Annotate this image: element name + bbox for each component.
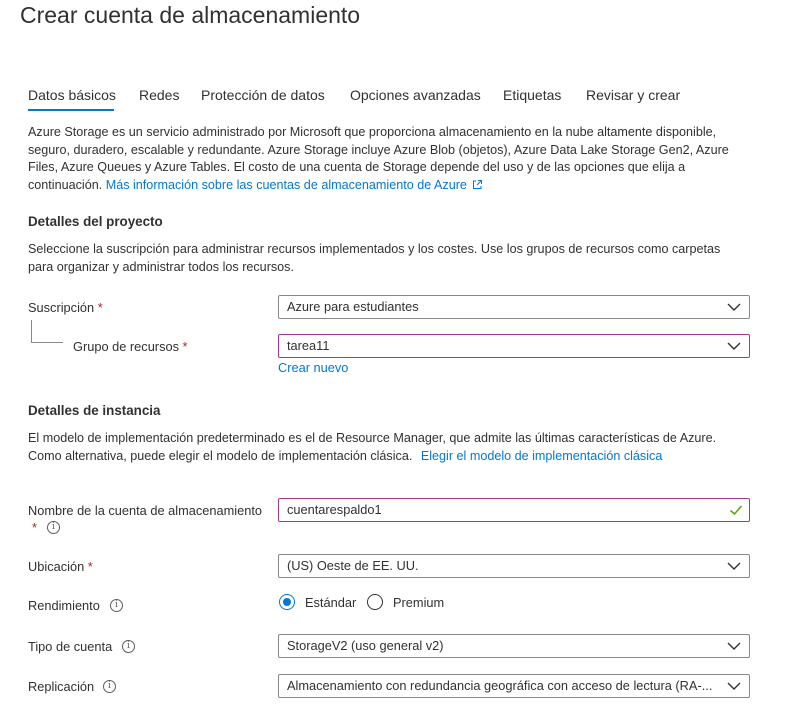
info-icon[interactable]: i (122, 640, 135, 653)
performance-premium-radio[interactable] (367, 594, 383, 610)
create-new-link[interactable]: Crear nuevo (278, 360, 348, 375)
project-details-heading: Detalles del proyecto (28, 214, 163, 229)
chevron-down-icon (727, 342, 741, 350)
performance-standard-radio[interactable] (279, 594, 295, 610)
tab-opciones-avanzadas[interactable]: Opciones avanzadas (350, 87, 481, 103)
active-tab-indicator (28, 109, 114, 111)
subscription-dropdown[interactable]: Azure para estudiantes (278, 295, 750, 319)
chevron-down-icon (727, 303, 741, 311)
account-name-label: Nombre de la cuenta de almacenamiento (28, 503, 263, 518)
tab-etiquetas[interactable]: Etiquetas (503, 87, 561, 103)
resource-group-label: Grupo de recursos * (73, 339, 188, 354)
classic-model-link[interactable]: Elegir el modelo de implementación clási… (421, 449, 663, 463)
tree-connector-vertical (31, 320, 32, 342)
tab-proteccion-datos[interactable]: Protección de datos (201, 87, 325, 103)
tab-datos-basicos[interactable]: Datos básicos (28, 87, 116, 103)
checkmark-icon (730, 505, 743, 516)
chevron-down-icon (727, 682, 741, 690)
tree-connector-horizontal (31, 342, 63, 343)
tab-revisar-crear[interactable]: Revisar y crear (586, 87, 680, 103)
required-indicator: * (182, 339, 188, 354)
project-description: Seleccione la suscripción para administr… (28, 242, 721, 274)
info-icon[interactable]: i (47, 521, 60, 534)
subscription-label: Suscripción * (28, 300, 103, 315)
resource-group-dropdown[interactable]: tarea11 (278, 334, 750, 358)
intro-description: Azure Storage es un servicio administrad… (28, 125, 729, 192)
chevron-down-icon (727, 642, 741, 650)
chevron-down-icon (727, 562, 741, 570)
required-indicator: * (97, 300, 103, 315)
location-dropdown[interactable]: (US) Oeste de EE. UU. (278, 554, 750, 578)
tab-redes[interactable]: Redes (139, 87, 179, 103)
account-type-dropdown[interactable]: StorageV2 (uso general v2) (278, 634, 750, 658)
account-name-input[interactable]: cuentarespaldo1 (278, 498, 750, 522)
info-icon[interactable]: i (103, 680, 116, 693)
account-type-label: Tipo de cuenta (28, 639, 113, 654)
performance-standard-label[interactable]: Estándar (305, 595, 356, 610)
info-icon[interactable]: i (110, 599, 123, 612)
required-indicator: * (87, 559, 93, 574)
learn-more-link[interactable]: Más información sobre las cuentas de alm… (106, 178, 467, 192)
instance-description: El modelo de implementación predetermina… (28, 431, 717, 463)
account-name-label-extra: * (32, 520, 37, 535)
external-link-icon (473, 179, 483, 189)
performance-premium-label[interactable]: Premium (393, 595, 444, 610)
page-title: Crear cuenta de almacenamiento (20, 2, 361, 28)
replication-dropdown[interactable]: Almacenamiento con redundancia geográfic… (278, 674, 750, 698)
replication-label: Replicación (28, 679, 95, 694)
performance-label: Rendimiento (28, 598, 100, 613)
required-indicator: * (32, 520, 37, 535)
location-label: Ubicación * (28, 559, 93, 574)
instance-details-heading: Detalles de instancia (28, 403, 161, 418)
